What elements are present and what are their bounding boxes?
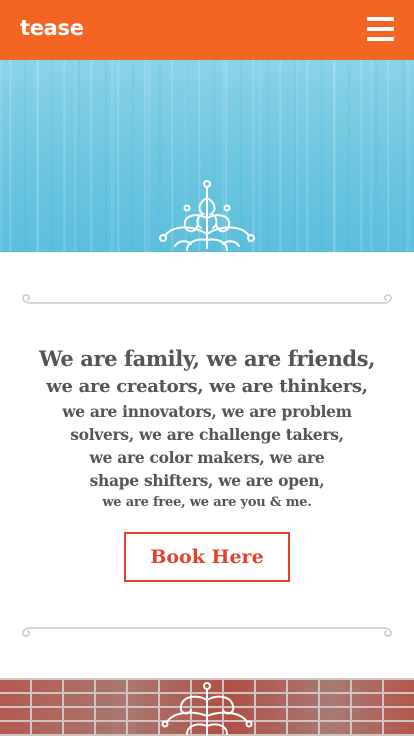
intro-line: we are free, we are you & me. xyxy=(102,495,312,510)
intro-text: We are family, we are friends, we are cr… xyxy=(0,345,414,514)
decorative-divider xyxy=(22,294,392,304)
intro-line: we are color makers, we are xyxy=(89,448,325,467)
decorative-divider xyxy=(22,627,392,637)
menu-bar-line xyxy=(367,17,394,21)
book-here-button[interactable]: Book Here xyxy=(124,532,290,582)
snowflake-ornament-icon xyxy=(161,682,253,736)
intro-line: solvers, we are challenge takers, xyxy=(70,425,344,444)
menu-bar-line xyxy=(367,37,394,41)
intro-line: shape shifters, we are open, xyxy=(89,471,325,490)
intro-line: we are innovators, we are problem xyxy=(62,402,352,421)
brand-logo[interactable]: tease xyxy=(20,16,84,40)
snowflake-ornament-icon xyxy=(159,180,255,251)
intro-line: We are family, we are friends, xyxy=(38,346,376,371)
top-navigation-bar: tease xyxy=(0,0,414,60)
menu-bar-line xyxy=(367,27,394,31)
hamburger-menu-icon[interactable] xyxy=(367,17,394,41)
hero-banner xyxy=(0,60,414,252)
intro-line: we are creators, we are thinkers, xyxy=(46,376,368,397)
